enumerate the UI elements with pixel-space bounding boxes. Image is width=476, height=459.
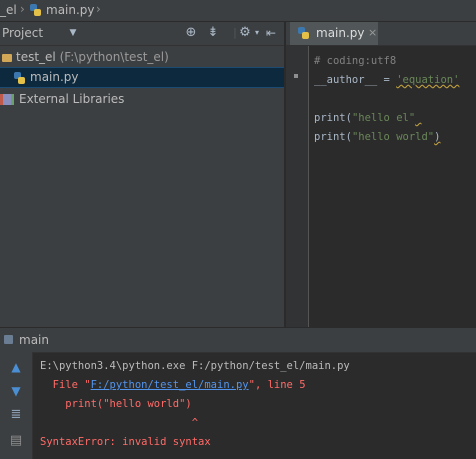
console-error-code: print("hello world") <box>40 398 192 410</box>
hide-icon[interactable]: ⇤ <box>264 26 278 40</box>
tree-item-main-py[interactable]: main.py <box>0 67 284 88</box>
console-error-message: SyntaxError: invalid syntax <box>40 436 211 448</box>
tree-item-external-libraries[interactable]: External Libraries <box>0 89 284 109</box>
editor-tab-bar: main.py × <box>286 22 476 46</box>
code-string: "hello world" <box>351 131 435 143</box>
tree-item-label: test_el <box>16 50 56 64</box>
console-file-link[interactable]: F:/python/test_el/main.py <box>91 379 249 391</box>
project-panel-title[interactable]: Project <box>2 26 43 40</box>
run-panel-header: main <box>0 327 476 353</box>
breadcrumb-separator: › <box>20 2 25 16</box>
run-panel-title[interactable]: main <box>19 333 49 347</box>
tree-item-project-root[interactable]: test_el (F:\python\test_el) <box>0 47 284 67</box>
navigation-bar: _el › main.py › <box>0 0 476 22</box>
breadcrumb-project[interactable]: _el <box>0 3 17 17</box>
soft-wrap-icon[interactable]: ≣ <box>9 408 23 422</box>
scroll-down-icon[interactable]: ▼ <box>9 384 23 398</box>
folder-icon <box>2 53 12 62</box>
tree-item-path: (F:\python\test_el) <box>59 50 169 64</box>
console-output[interactable]: E:\python3.4\python.exe F:/python/test_e… <box>40 357 350 452</box>
gear-dropdown-icon[interactable]: ▾ <box>250 26 264 40</box>
tree-item-label: External Libraries <box>19 92 125 106</box>
python-file-icon <box>298 27 309 39</box>
run-icon <box>4 335 13 344</box>
run-toolbar: ▲ ▼ ≣ ▤ <box>0 352 33 459</box>
code-string: "hello el" <box>351 112 416 124</box>
code-text: ) <box>434 131 441 143</box>
breadcrumb-separator: › <box>96 2 101 16</box>
collapse-all-icon[interactable]: ⇟ <box>206 26 220 40</box>
library-icon <box>0 94 14 105</box>
python-file-icon <box>14 71 25 84</box>
editor-gutter <box>286 46 308 327</box>
gutter-divider <box>308 46 309 327</box>
close-icon[interactable]: × <box>368 26 377 39</box>
chevron-down-icon[interactable]: ▼ <box>66 26 80 40</box>
tree-item-label: main.py <box>30 70 79 84</box>
console-error-text: ", line 5 <box>248 379 306 391</box>
code-text: print( <box>314 112 352 124</box>
console-error-caret: ^ <box>40 417 199 429</box>
code-comment: # coding:utf8 <box>314 55 397 67</box>
fold-marker-icon[interactable] <box>294 74 298 78</box>
code-text: __author__ = <box>314 74 397 86</box>
print-icon[interactable]: ▤ <box>9 434 23 448</box>
console-error-text: File " <box>40 379 91 391</box>
console-command: E:\python3.4\python.exe F:/python/test_e… <box>40 360 350 372</box>
locate-icon[interactable]: ⊕ <box>184 26 198 40</box>
code-string: 'equation' <box>396 74 460 86</box>
project-panel-header: Project ▼ ⊕ ⇟ | ⚙ ▾ ⇤ <box>0 22 284 46</box>
tab-main-py[interactable]: main.py × <box>290 22 378 45</box>
tab-label: main.py <box>316 26 365 40</box>
python-file-icon <box>30 4 41 16</box>
scroll-up-icon[interactable]: ▲ <box>9 360 23 374</box>
code-text: print( <box>314 131 352 143</box>
breadcrumb-file[interactable]: main.py <box>46 3 95 17</box>
code-editor[interactable]: # coding:utf8 __author__ = 'equation' pr… <box>314 52 459 147</box>
